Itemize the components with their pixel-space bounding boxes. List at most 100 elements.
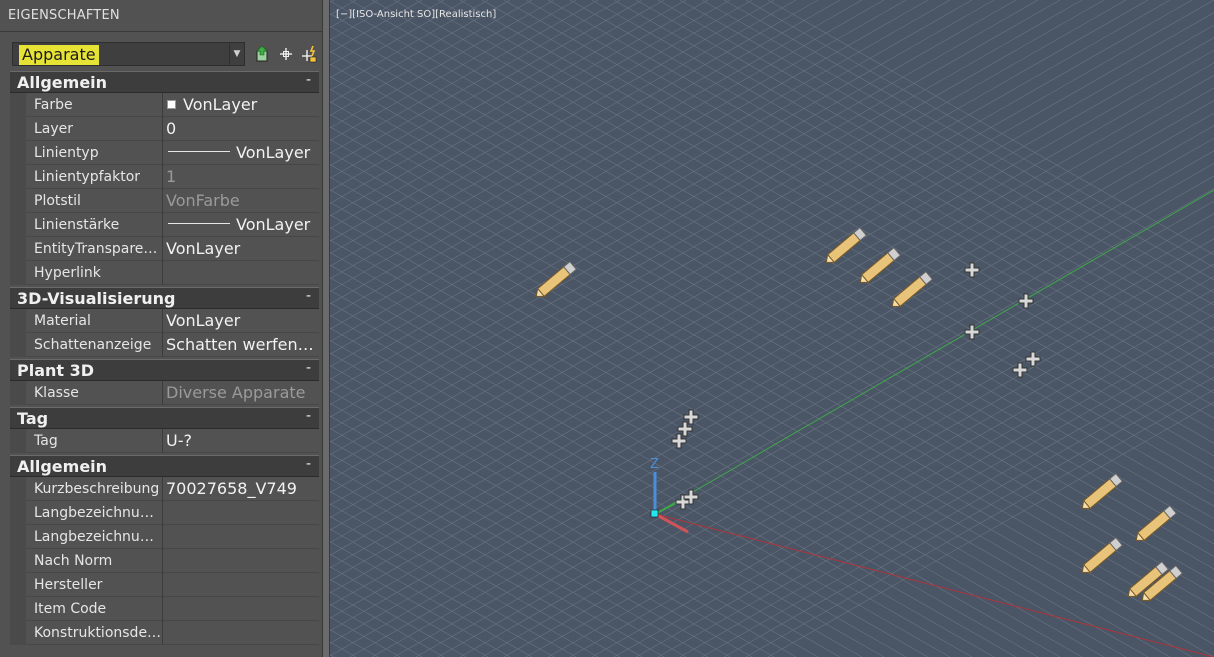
grid-line: [330, 0, 753, 242]
property-label: Item Code: [34, 601, 107, 617]
property-row[interactable]: Tag U-?: [10, 429, 319, 453]
grid-line: [330, 189, 1149, 657]
property-row[interactable]: Nach Norm: [10, 549, 319, 573]
group-header[interactable]: Tag -: [10, 407, 319, 429]
property-row[interactable]: Konstruktionsde…: [10, 621, 319, 645]
grid-line: [330, 0, 841, 292]
property-value[interactable]: U-?: [166, 431, 316, 450]
property-label: Linienstärke: [34, 217, 120, 233]
select-objects-icon[interactable]: [277, 44, 295, 64]
property-value[interactable]: 70027658_V749: [166, 479, 316, 498]
object-type-value: Apparate: [19, 45, 99, 65]
pencil-icon[interactable]: [1136, 556, 1190, 610]
property-value-text: Diverse Apparate: [166, 383, 306, 402]
grid-line: [330, 201, 1127, 657]
column-divider: [162, 141, 163, 165]
property-row[interactable]: Kurzbeschreibung 70027658_V749: [10, 477, 319, 501]
quick-select-icon[interactable]: [254, 44, 272, 64]
property-value[interactable]: VonLayer: [166, 239, 316, 258]
property-value[interactable]: VonLayer: [166, 311, 316, 330]
grid-line: [330, 0, 973, 368]
grid-line: [330, 0, 533, 116]
panel-splitter[interactable]: [322, 0, 330, 657]
collapse-toggle[interactable]: -: [306, 288, 311, 304]
column-divider: [162, 549, 163, 573]
group-header[interactable]: Allgemein -: [10, 455, 319, 477]
group-header[interactable]: Allgemein -: [10, 71, 319, 93]
point-cross-icon[interactable]: [682, 408, 700, 426]
property-value-text: VonLayer: [166, 239, 241, 258]
point-cross-icon[interactable]: [963, 261, 981, 279]
drawing-viewport[interactable]: [−][ISO-Ansicht SO][Realistisch] Z: [330, 0, 1214, 657]
property-row[interactable]: Linientyp VonLayer: [10, 141, 319, 165]
grid-line: [330, 289, 973, 657]
property-row[interactable]: Schattenanzeige Schatten werfen…: [10, 333, 319, 357]
column-divider: [162, 309, 163, 333]
group-header[interactable]: 3D-Visualisierung -: [10, 287, 319, 309]
point-cross-icon[interactable]: [1017, 292, 1035, 310]
viewport-controls-label[interactable]: [−][ISO-Ansicht SO][Realistisch]: [336, 9, 496, 20]
pencil-icon[interactable]: [1130, 496, 1184, 550]
column-divider: [162, 237, 163, 261]
pencil-icon[interactable]: [886, 262, 940, 316]
property-row[interactable]: EntityTransparen… VonLayer: [10, 237, 319, 261]
property-row[interactable]: Linienstärke VonLayer: [10, 213, 319, 237]
property-value[interactable]: VonFarbe: [166, 191, 316, 210]
collapse-toggle[interactable]: -: [306, 360, 311, 376]
property-row[interactable]: Hersteller: [10, 573, 319, 597]
row-gutter: [10, 237, 26, 261]
collapse-toggle[interactable]: -: [306, 456, 311, 472]
row-gutter: [10, 309, 26, 333]
property-row[interactable]: Farbe VonLayer: [10, 93, 319, 117]
point-cross-icon[interactable]: [1024, 350, 1042, 368]
grid-line: [330, 0, 511, 104]
property-label: Linientyp: [34, 145, 99, 161]
point-cross-icon[interactable]: [963, 323, 981, 341]
column-divider: [162, 525, 163, 549]
property-row[interactable]: Material VonLayer: [10, 309, 319, 333]
grid-line: [330, 641, 357, 657]
property-value[interactable]: VonLayer: [166, 95, 316, 114]
grid-line: [330, 390, 797, 657]
property-row[interactable]: Klasse Diverse Apparate: [10, 381, 319, 405]
property-value-text: VonLayer: [236, 215, 311, 234]
property-row[interactable]: Plotstil VonFarbe: [10, 189, 319, 213]
property-row[interactable]: Hyperlink: [10, 261, 319, 285]
property-value[interactable]: Schatten werfen…: [166, 335, 316, 354]
property-label: Hersteller: [34, 577, 103, 593]
point-cross-icon[interactable]: [682, 488, 700, 506]
collapse-toggle[interactable]: -: [306, 408, 311, 424]
grid-line: [330, 0, 467, 79]
property-value-text: VonLayer: [236, 143, 311, 162]
column-divider: [162, 597, 163, 621]
property-row[interactable]: Item Code: [10, 597, 319, 621]
property-value-text: VonLayer: [183, 95, 258, 114]
group-title: Plant 3D: [17, 361, 95, 380]
grid-line: [330, 365, 841, 657]
collapse-toggle[interactable]: -: [306, 72, 311, 88]
row-gutter: [10, 381, 26, 405]
pencil-icon[interactable]: [1076, 464, 1130, 518]
group-title: 3D-Visualisierung: [17, 289, 176, 308]
property-row[interactable]: Langbezeichnun…: [10, 501, 319, 525]
pencil-icon[interactable]: [530, 252, 584, 306]
grid-line: [330, 0, 709, 217]
property-value[interactable]: Diverse Apparate: [166, 383, 316, 402]
property-value[interactable]: VonLayer: [166, 143, 316, 162]
grid-line: [330, 327, 907, 657]
property-value[interactable]: VonLayer: [166, 215, 316, 234]
property-row[interactable]: Linientypfaktor 1: [10, 165, 319, 189]
property-value-text: VonFarbe: [166, 191, 240, 210]
object-type-dropdown[interactable]: Apparate ▼: [12, 42, 245, 66]
row-gutter: [10, 93, 26, 117]
toggle-pickadd-icon[interactable]: [300, 44, 318, 64]
chevron-down-icon[interactable]: ▼: [229, 43, 244, 65]
property-row[interactable]: Langbezeichnun…: [10, 525, 319, 549]
column-divider: [162, 573, 163, 597]
column-divider: [162, 189, 163, 213]
property-value[interactable]: 0: [166, 119, 316, 138]
property-row[interactable]: Layer 0: [10, 117, 319, 141]
grid-line: [330, 0, 1105, 443]
group-header[interactable]: Plant 3D -: [10, 359, 319, 381]
property-value[interactable]: 1: [166, 167, 316, 186]
